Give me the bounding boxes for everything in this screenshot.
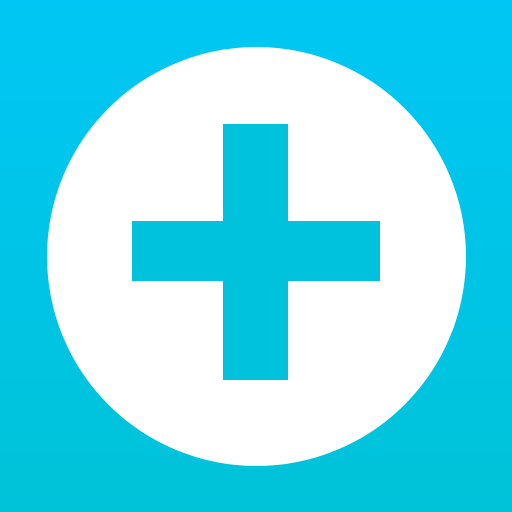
add-button[interactable] — [47, 47, 466, 466]
plus-horizontal-bar — [132, 221, 380, 281]
plus-icon — [132, 124, 380, 380]
app-icon — [0, 0, 512, 512]
